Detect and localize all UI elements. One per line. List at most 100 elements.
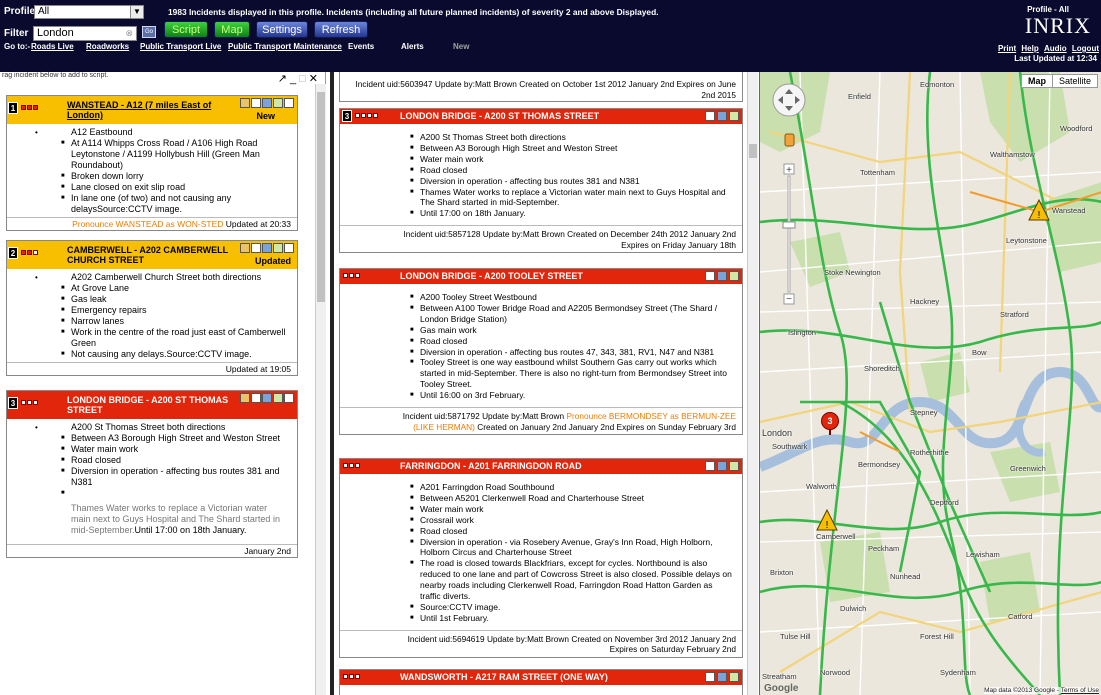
card-title: CAMBERWELL - A202 CAMBERWELL CHURCH STRE…	[67, 245, 229, 265]
expand-icon[interactable]: ↗	[278, 73, 290, 85]
logout-link[interactable]: Logout	[1072, 44, 1099, 53]
script-card-wanstead[interactable]: 1 WANSTEAD - A12 (7 miles East of London…	[6, 95, 298, 231]
mail-icon[interactable]	[251, 393, 261, 403]
remove-icon[interactable]	[284, 243, 294, 253]
card-details: At Grove Lane Gas leak Emergency repairs…	[35, 283, 289, 360]
go-button[interactable]: Go	[142, 26, 156, 38]
list-item: Water main work	[410, 154, 732, 165]
middle-scrollbar[interactable]	[747, 72, 758, 695]
script-button[interactable]: Script	[164, 21, 208, 38]
map-type-satellite-button[interactable]: Satellite	[1053, 75, 1097, 87]
map-label: Hackney	[910, 297, 940, 306]
remove-icon[interactable]	[284, 393, 294, 403]
scroll-thumb[interactable]	[317, 92, 325, 302]
mail-icon[interactable]	[705, 111, 715, 121]
list-item: Between A100 Tower Bridge Road and A2205…	[410, 303, 732, 325]
map-label: Wanstead	[1052, 206, 1086, 215]
mail-icon[interactable]	[705, 271, 715, 281]
list-item: Gas main work	[410, 325, 732, 336]
refresh-button[interactable]: Refresh	[314, 21, 368, 38]
help-link[interactable]: Help	[1021, 44, 1038, 53]
incident-card-st-thomas-street[interactable]: 3 LONDON BRIDGE - A200 ST THOMAS STREET …	[339, 108, 743, 254]
incident-card-farringdon[interactable]: FARRINGDON - A201 FARRINGDON ROAD A201 F…	[339, 458, 743, 658]
incident-header: LONDON BRIDGE - A200 TOOLEY STREET	[340, 269, 742, 284]
mail-icon[interactable]	[251, 98, 261, 108]
map-button[interactable]: Map	[214, 21, 250, 38]
nav-public-transport-live[interactable]: Public Transport Live	[140, 42, 221, 51]
map-credit-text: Map data ©2013 Google -	[984, 687, 1059, 694]
zoom-icon[interactable]	[717, 672, 727, 682]
script-card-london-bridge[interactable]: 3 LONDON BRIDGE - A200 ST THOMAS STREET …	[6, 390, 298, 558]
map-label: Bow	[972, 348, 987, 357]
map-label: Tulse Hill	[780, 632, 811, 641]
marker-label: 3	[821, 412, 839, 430]
map-label: Dulwich	[840, 604, 867, 613]
clear-icon[interactable]: ⊗	[125, 27, 133, 40]
terms-link[interactable]: Terms of Use	[1061, 687, 1099, 694]
document-icon[interactable]	[729, 271, 739, 281]
pin-icon[interactable]	[240, 243, 250, 253]
list-item: Between A3 Borough High Street and Westo…	[61, 433, 289, 444]
map-type-map-button[interactable]: Map	[1022, 75, 1053, 87]
zoom-icon[interactable]	[262, 393, 272, 403]
left-scrollbar[interactable]	[315, 84, 326, 695]
document-icon[interactable]	[273, 98, 283, 108]
incident-actions	[703, 672, 739, 682]
map-view[interactable]: ! ! + − 3 Map Satellite Enfield Edmonton…	[759, 72, 1101, 695]
map-label: Brixton	[770, 568, 794, 577]
zoom-icon[interactable]	[717, 271, 727, 281]
nav-events[interactable]: Events	[348, 42, 374, 51]
minimize-icon[interactable]: _	[290, 73, 299, 85]
zoom-icon[interactable]	[717, 111, 727, 121]
nav-roads-live[interactable]: Roads Live	[31, 42, 74, 51]
svg-text:+: +	[786, 165, 792, 176]
nav-roadworks[interactable]: Roadworks	[86, 42, 129, 51]
profile-select[interactable]: All ▼	[34, 5, 144, 19]
script-panel: rag incident below to add to script. ↗_□…	[0, 72, 326, 695]
scroll-thumb[interactable]	[749, 144, 757, 158]
pin-icon[interactable]	[240, 98, 250, 108]
list-item: Lane closed on exit slip road	[61, 182, 289, 193]
document-icon[interactable]	[729, 461, 739, 471]
card-actions	[239, 393, 294, 403]
nav-new[interactable]: New	[453, 42, 469, 51]
incident-card-fragment[interactable]: Incident uid:5603947 Update by:Matt Brow…	[339, 72, 743, 102]
nav-alerts[interactable]: Alerts	[401, 42, 424, 51]
pin-icon[interactable]	[240, 393, 250, 403]
map-canvas[interactable]: ! ! + −	[760, 72, 1101, 695]
map-label: Leytonstone	[1006, 236, 1047, 245]
document-icon[interactable]	[729, 672, 739, 682]
incident-details: A200 Tooley Street Westbound Between A10…	[340, 284, 742, 407]
list-item: Water main work	[61, 444, 289, 455]
incident-card-tooley-street[interactable]: LONDON BRIDGE - A200 TOOLEY STREET A200 …	[339, 268, 743, 436]
map-label: Islington	[788, 328, 816, 337]
map-label: Peckham	[868, 544, 900, 553]
script-card-camberwell[interactable]: 2 CAMBERWELL - A202 CAMBERWELL CHURCH ST…	[6, 240, 298, 376]
page-icon[interactable]: □	[299, 73, 309, 85]
print-link[interactable]: Print	[998, 44, 1016, 53]
incident-marker-london-bridge[interactable]: 3	[821, 412, 839, 435]
remove-icon[interactable]	[284, 98, 294, 108]
zoom-icon[interactable]	[262, 243, 272, 253]
document-icon[interactable]	[729, 111, 739, 121]
zoom-icon[interactable]	[262, 98, 272, 108]
zoom-icon[interactable]	[717, 461, 727, 471]
document-icon[interactable]	[273, 243, 283, 253]
incident-card-wandsworth[interactable]: WANDSWORTH - A217 RAM STREET (ONE WAY)	[339, 669, 743, 695]
list-item: Broken down lorry	[61, 171, 289, 182]
mail-icon[interactable]	[705, 461, 715, 471]
audio-link[interactable]: Audio	[1044, 44, 1067, 53]
map-label: Bermondsey	[858, 460, 901, 469]
profile-select-value: All	[38, 6, 50, 17]
mail-icon[interactable]	[705, 672, 715, 682]
nav-public-transport-maintenance[interactable]: Public Transport Maintenance	[228, 42, 342, 51]
chevron-down-icon: ▼	[130, 6, 143, 18]
mail-icon[interactable]	[251, 243, 261, 253]
svg-text:−: −	[786, 294, 792, 305]
incident-details: A201 Farringdon Road Southbound Between …	[340, 474, 742, 630]
document-icon[interactable]	[273, 393, 283, 403]
settings-button[interactable]: Settings	[256, 21, 308, 38]
filter-input[interactable]: London ⊗	[33, 26, 137, 41]
map-label: Southwark	[772, 442, 808, 451]
list-item: Until 1st February.	[410, 613, 732, 624]
